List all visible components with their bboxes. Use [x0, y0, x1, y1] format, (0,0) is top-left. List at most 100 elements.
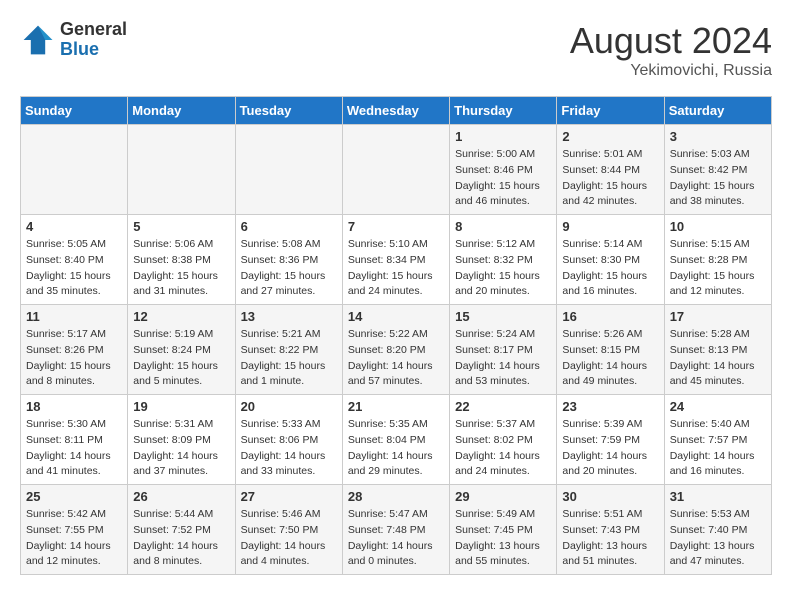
day-detail: Sunrise: 5:22 AMSunset: 8:20 PMDaylight:…: [348, 327, 444, 390]
calendar-week-row: 18 Sunrise: 5:30 AMSunset: 8:11 PMDayligh…: [21, 395, 772, 485]
weekday-header: Tuesday: [235, 97, 342, 125]
day-detail: Sunrise: 5:30 AMSunset: 8:11 PMDaylight:…: [26, 417, 122, 480]
day-detail: Sunrise: 5:51 AMSunset: 7:43 PMDaylight:…: [562, 507, 658, 570]
weekday-header: Sunday: [21, 97, 128, 125]
logo: General Blue: [20, 20, 127, 60]
logo-blue-text: Blue: [60, 40, 127, 60]
weekday-header: Wednesday: [342, 97, 449, 125]
day-number: 24: [670, 399, 766, 414]
day-number: 30: [562, 489, 658, 504]
day-detail: Sunrise: 5:39 AMSunset: 7:59 PMDaylight:…: [562, 417, 658, 480]
calendar-cell: 13 Sunrise: 5:21 AMSunset: 8:22 PMDayligh…: [235, 305, 342, 395]
day-number: 31: [670, 489, 766, 504]
calendar-cell: 9 Sunrise: 5:14 AMSunset: 8:30 PMDaylight…: [557, 215, 664, 305]
calendar-cell: 7Sunrise: 5:10 AMSunset: 8:34 PMDaylight…: [342, 215, 449, 305]
day-detail: Sunrise: 5:46 AMSunset: 7:50 PMDaylight:…: [241, 507, 337, 570]
day-detail: Sunrise: 5:15 AMSunset: 8:28 PMDaylight:…: [670, 237, 766, 300]
day-detail: Sunrise: 5:03 AMSunset: 8:42 PMDaylight:…: [670, 147, 766, 210]
day-detail: Sunrise: 5:00 AMSunset: 8:46 PMDaylight:…: [455, 147, 551, 210]
day-detail: Sunrise: 5:19 AMSunset: 8:24 PMDaylight:…: [133, 327, 229, 390]
calendar-cell: 30 Sunrise: 5:51 AMSunset: 7:43 PMDayligh…: [557, 485, 664, 575]
day-detail: Sunrise: 5:17 AMSunset: 8:26 PMDaylight:…: [26, 327, 122, 390]
day-number: 19: [133, 399, 229, 414]
calendar-cell: 23Sunrise: 5:39 AMSunset: 7:59 PMDayligh…: [557, 395, 664, 485]
day-number: 18: [26, 399, 122, 414]
day-detail: Sunrise: 5:35 AMSunset: 8:04 PMDaylight:…: [348, 417, 444, 480]
day-number: 28: [348, 489, 444, 504]
day-number: 12: [133, 309, 229, 324]
day-number: 16: [562, 309, 658, 324]
day-number: 25: [26, 489, 122, 504]
day-detail: Sunrise: 5:37 AMSunset: 8:02 PMDaylight:…: [455, 417, 551, 480]
calendar-cell: 11 Sunrise: 5:17 AMSunset: 8:26 PMDayligh…: [21, 305, 128, 395]
calendar-cell: [21, 125, 128, 215]
calendar-cell: 21Sunrise: 5:35 AMSunset: 8:04 PMDayligh…: [342, 395, 449, 485]
day-number: 10: [670, 219, 766, 234]
title-block: August 2024 Yekimovichi, Russia: [570, 20, 772, 80]
day-number: 8: [455, 219, 551, 234]
day-number: 14: [348, 309, 444, 324]
day-detail: Sunrise: 5:06 AMSunset: 8:38 PMDaylight:…: [133, 237, 229, 300]
calendar-cell: 5 Sunrise: 5:06 AMSunset: 8:38 PMDaylight…: [128, 215, 235, 305]
day-number: 3: [670, 129, 766, 144]
day-detail: Sunrise: 5:53 AMSunset: 7:40 PMDaylight:…: [670, 507, 766, 570]
day-detail: Sunrise: 5:08 AMSunset: 8:36 PMDaylight:…: [241, 237, 337, 300]
calendar-cell: 24 Sunrise: 5:40 AMSunset: 7:57 PMDayligh…: [664, 395, 771, 485]
calendar-cell: 8Sunrise: 5:12 AMSunset: 8:32 PMDaylight…: [450, 215, 557, 305]
day-number: 20: [241, 399, 337, 414]
day-number: 4: [26, 219, 122, 234]
day-number: 2: [562, 129, 658, 144]
calendar-cell: 22 Sunrise: 5:37 AMSunset: 8:02 PMDayligh…: [450, 395, 557, 485]
day-detail: Sunrise: 5:14 AMSunset: 8:30 PMDaylight:…: [562, 237, 658, 300]
location-subtitle: Yekimovichi, Russia: [570, 62, 772, 80]
day-detail: Sunrise: 5:49 AMSunset: 7:45 PMDaylight:…: [455, 507, 551, 570]
calendar-cell: 29 Sunrise: 5:49 AMSunset: 7:45 PMDayligh…: [450, 485, 557, 575]
calendar-cell: 14 Sunrise: 5:22 AMSunset: 8:20 PMDayligh…: [342, 305, 449, 395]
day-detail: Sunrise: 5:33 AMSunset: 8:06 PMDaylight:…: [241, 417, 337, 480]
logo-general-text: General: [60, 20, 127, 40]
weekday-header: Thursday: [450, 97, 557, 125]
day-number: 17: [670, 309, 766, 324]
calendar-cell: [128, 125, 235, 215]
day-number: 5: [133, 219, 229, 234]
calendar-cell: 15Sunrise: 5:24 AMSunset: 8:17 PMDayligh…: [450, 305, 557, 395]
day-detail: Sunrise: 5:05 AMSunset: 8:40 PMDaylight:…: [26, 237, 122, 300]
day-detail: Sunrise: 5:01 AMSunset: 8:44 PMDaylight:…: [562, 147, 658, 210]
day-number: 29: [455, 489, 551, 504]
day-detail: Sunrise: 5:40 AMSunset: 7:57 PMDaylight:…: [670, 417, 766, 480]
day-number: 26: [133, 489, 229, 504]
calendar-cell: 26Sunrise: 5:44 AMSunset: 7:52 PMDayligh…: [128, 485, 235, 575]
calendar-cell: 17Sunrise: 5:28 AMSunset: 8:13 PMDayligh…: [664, 305, 771, 395]
page-header: General Blue August 2024 Yekimovichi, Ru…: [20, 20, 772, 80]
calendar-cell: 3 Sunrise: 5:03 AMSunset: 8:42 PMDaylight…: [664, 125, 771, 215]
calendar-week-row: 4 Sunrise: 5:05 AMSunset: 8:40 PMDaylight…: [21, 215, 772, 305]
day-detail: Sunrise: 5:31 AMSunset: 8:09 PMDaylight:…: [133, 417, 229, 480]
day-number: 13: [241, 309, 337, 324]
day-number: 22: [455, 399, 551, 414]
calendar-cell: 28 Sunrise: 5:47 AMSunset: 7:48 PMDayligh…: [342, 485, 449, 575]
calendar-cell: [235, 125, 342, 215]
calendar-week-row: 11 Sunrise: 5:17 AMSunset: 8:26 PMDayligh…: [21, 305, 772, 395]
day-detail: Sunrise: 5:26 AMSunset: 8:15 PMDaylight:…: [562, 327, 658, 390]
calendar-cell: 16 Sunrise: 5:26 AMSunset: 8:15 PMDayligh…: [557, 305, 664, 395]
day-number: 7: [348, 219, 444, 234]
day-number: 1: [455, 129, 551, 144]
weekday-header: Friday: [557, 97, 664, 125]
calendar-cell: 19 Sunrise: 5:31 AMSunset: 8:09 PMDayligh…: [128, 395, 235, 485]
day-number: 11: [26, 309, 122, 324]
day-detail: Sunrise: 5:21 AMSunset: 8:22 PMDaylight:…: [241, 327, 337, 390]
month-year-title: August 2024: [570, 20, 772, 62]
day-detail: Sunrise: 5:24 AMSunset: 8:17 PMDaylight:…: [455, 327, 551, 390]
header-row: SundayMondayTuesdayWednesdayThursdayFrid…: [21, 97, 772, 125]
weekday-header: Saturday: [664, 97, 771, 125]
day-detail: Sunrise: 5:47 AMSunset: 7:48 PMDaylight:…: [348, 507, 444, 570]
calendar-cell: 10 Sunrise: 5:15 AMSunset: 8:28 PMDayligh…: [664, 215, 771, 305]
day-detail: Sunrise: 5:42 AMSunset: 7:55 PMDaylight:…: [26, 507, 122, 570]
calendar-cell: 6Sunrise: 5:08 AMSunset: 8:36 PMDaylight…: [235, 215, 342, 305]
day-number: 9: [562, 219, 658, 234]
calendar-cell: 20 Sunrise: 5:33 AMSunset: 8:06 PMDayligh…: [235, 395, 342, 485]
weekday-header: Monday: [128, 97, 235, 125]
calendar-table: SundayMondayTuesdayWednesdayThursdayFrid…: [20, 96, 772, 575]
calendar-cell: [342, 125, 449, 215]
calendar-cell: 12 Sunrise: 5:19 AMSunset: 8:24 PMDayligh…: [128, 305, 235, 395]
